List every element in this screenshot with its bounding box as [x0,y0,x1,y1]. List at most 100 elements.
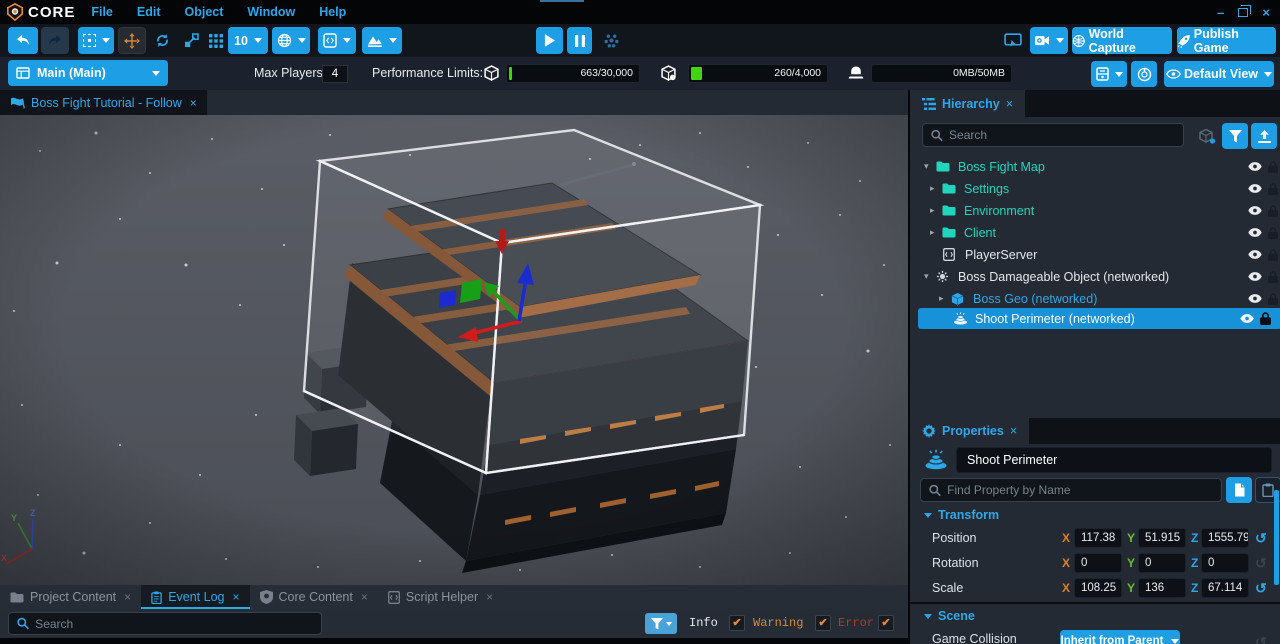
hierarchy-row-client[interactable]: ▸ Client [910,222,1280,243]
transform-section-header[interactable]: Transform [924,508,999,522]
play-button[interactable] [536,27,563,54]
hierarchy-search-input[interactable] [949,128,1175,142]
lock-toggle-icon[interactable] [1264,227,1280,239]
expand-arrow-icon[interactable]: ▸ [930,227,942,238]
tab-properties[interactable]: Properties × [910,418,1029,444]
show-objects-toggle[interactable] [1194,123,1220,149]
event-log-filter-button[interactable] [645,613,677,634]
property-search-input[interactable] [947,483,1213,497]
minimize-icon[interactable]: – [1217,6,1224,19]
grid-size-dropdown[interactable]: 10 [228,27,268,54]
filter-info-checkbox[interactable]: ✔ [729,615,745,631]
close-tab-icon[interactable]: × [361,590,368,604]
hierarchy-export-button[interactable] [1251,123,1277,149]
move-tool-button[interactable] [118,27,146,54]
visibility-toggle-icon[interactable] [1246,206,1264,215]
publish-game-button[interactable]: Publish Game [1177,27,1276,54]
tab-hierarchy[interactable]: Hierarchy × [910,90,1025,117]
screen-share-button[interactable] [1000,27,1026,54]
scale-z-field[interactable]: 67.114 [1201,578,1249,598]
lock-toggle-icon[interactable] [1264,249,1280,261]
capture-camera-dropdown[interactable] [1030,27,1068,54]
visibility-toggle-icon[interactable] [1246,162,1264,171]
lock-toggle-icon[interactable] [1264,205,1280,217]
close-tab-icon[interactable]: × [232,590,239,604]
max-players-value[interactable]: 4 [322,65,348,83]
expand-arrow-icon[interactable]: ▸ [939,293,951,304]
tab-event-log[interactable]: Event Log × [141,585,249,609]
hierarchy-row-boss-geo[interactable]: ▸ Boss Geo (networked) [910,288,1280,309]
hierarchy-row-environment[interactable]: ▸ Environment [910,200,1280,221]
scene-section-header[interactable]: Scene [924,609,975,623]
hierarchy-row-settings[interactable]: ▸ Settings [910,178,1280,199]
event-log-search-input[interactable] [35,617,313,631]
undo-button[interactable] [8,27,38,54]
save-dropdown[interactable] [1091,61,1127,87]
script-tool-dropdown[interactable] [318,27,356,54]
lock-toggle-icon[interactable] [1256,312,1274,325]
redo-button[interactable] [41,27,69,54]
object-name-field[interactable] [956,447,1272,473]
close-tab-icon[interactable]: × [190,96,197,110]
multiplayer-preview-button[interactable] [598,27,624,54]
viewport-3d-scene[interactable]: X Y Z [0,115,908,585]
menu-edit[interactable]: Edit [137,5,161,19]
game-collision-dropdown[interactable]: Inherit from Parent [1060,630,1180,644]
hierarchy-row-boss-fight-map[interactable]: ▾ Boss Fight Map [910,156,1280,177]
hierarchy-row-playerserver[interactable]: PlayerServer [910,244,1280,265]
visibility-toggle-icon[interactable] [1238,314,1256,323]
rotation-x-field[interactable]: 0 [1074,553,1122,573]
expand-arrow-icon[interactable]: ▾ [924,271,936,282]
rotate-tool-button[interactable] [149,27,175,54]
terrain-tool-dropdown[interactable] [362,27,402,54]
visibility-toggle-icon[interactable] [1246,272,1264,281]
close-tab-icon[interactable]: × [1006,97,1013,111]
scale-tool-button[interactable] [178,27,204,54]
visibility-toggle-icon[interactable] [1246,250,1264,259]
close-tab-icon[interactable]: × [486,590,493,604]
reset-game-collision-icon[interactable]: ↺ [1255,635,1267,644]
hierarchy-row-boss-damageable-object[interactable]: ▾ Boss Damageable Object (networked) [910,266,1280,287]
position-x-field[interactable]: 117.38 [1074,528,1122,548]
default-view-dropdown[interactable]: Default View [1164,61,1274,87]
position-y-field[interactable]: 51.915 [1138,528,1186,548]
visibility-toggle-icon[interactable] [1246,228,1264,237]
reset-scale-icon[interactable]: ↺ [1255,581,1267,595]
reset-rotation-icon[interactable]: ↺ [1255,556,1267,570]
performance-dial-button[interactable] [1131,61,1157,87]
filter-warning-checkbox[interactable]: ✔ [815,615,831,631]
expand-arrow-icon[interactable]: ▾ [924,161,936,172]
menu-window[interactable]: Window [247,5,295,19]
viewport-tab[interactable]: Boss Fight Tutorial - Follow × [0,90,207,115]
menu-file[interactable]: File [91,5,113,19]
tab-core-content[interactable]: Core Content × [250,585,378,609]
scale-y-field[interactable]: 136 [1138,578,1186,598]
event-log-search[interactable] [8,612,322,635]
selection-mode-dropdown[interactable] [78,27,114,54]
rotation-z-field[interactable]: 0 [1201,553,1249,573]
pause-button[interactable] [567,27,592,54]
hierarchy-search[interactable] [922,123,1184,147]
hierarchy-filter-button[interactable] [1222,123,1248,149]
position-z-field[interactable]: 1555.79 [1201,528,1249,548]
grid-snap-icon-button[interactable] [203,27,229,54]
visibility-toggle-icon[interactable] [1246,184,1264,193]
rotation-y-field[interactable]: 0 [1138,553,1186,573]
menu-help[interactable]: Help [319,5,346,19]
close-tab-icon[interactable]: × [124,590,131,604]
lock-toggle-icon[interactable] [1264,293,1280,305]
expand-arrow-icon[interactable]: ▸ [930,183,942,194]
properties-scrollbar[interactable] [1274,490,1279,585]
expand-arrow-icon[interactable]: ▸ [930,205,942,216]
copy-properties-button[interactable] [1226,477,1252,503]
lock-toggle-icon[interactable] [1264,271,1280,283]
close-icon[interactable]: × [1262,6,1270,19]
close-tab-icon[interactable]: × [1010,424,1017,438]
menu-object[interactable]: Object [185,5,224,19]
tab-project-content[interactable]: Project Content × [0,585,141,609]
scale-x-field[interactable]: 108.25 [1074,578,1122,598]
scene-selector-dropdown[interactable]: Main (Main) [8,60,168,86]
tab-script-helper[interactable]: Script Helper × [378,585,503,609]
property-search[interactable] [920,478,1222,502]
visibility-toggle-icon[interactable] [1246,294,1264,303]
